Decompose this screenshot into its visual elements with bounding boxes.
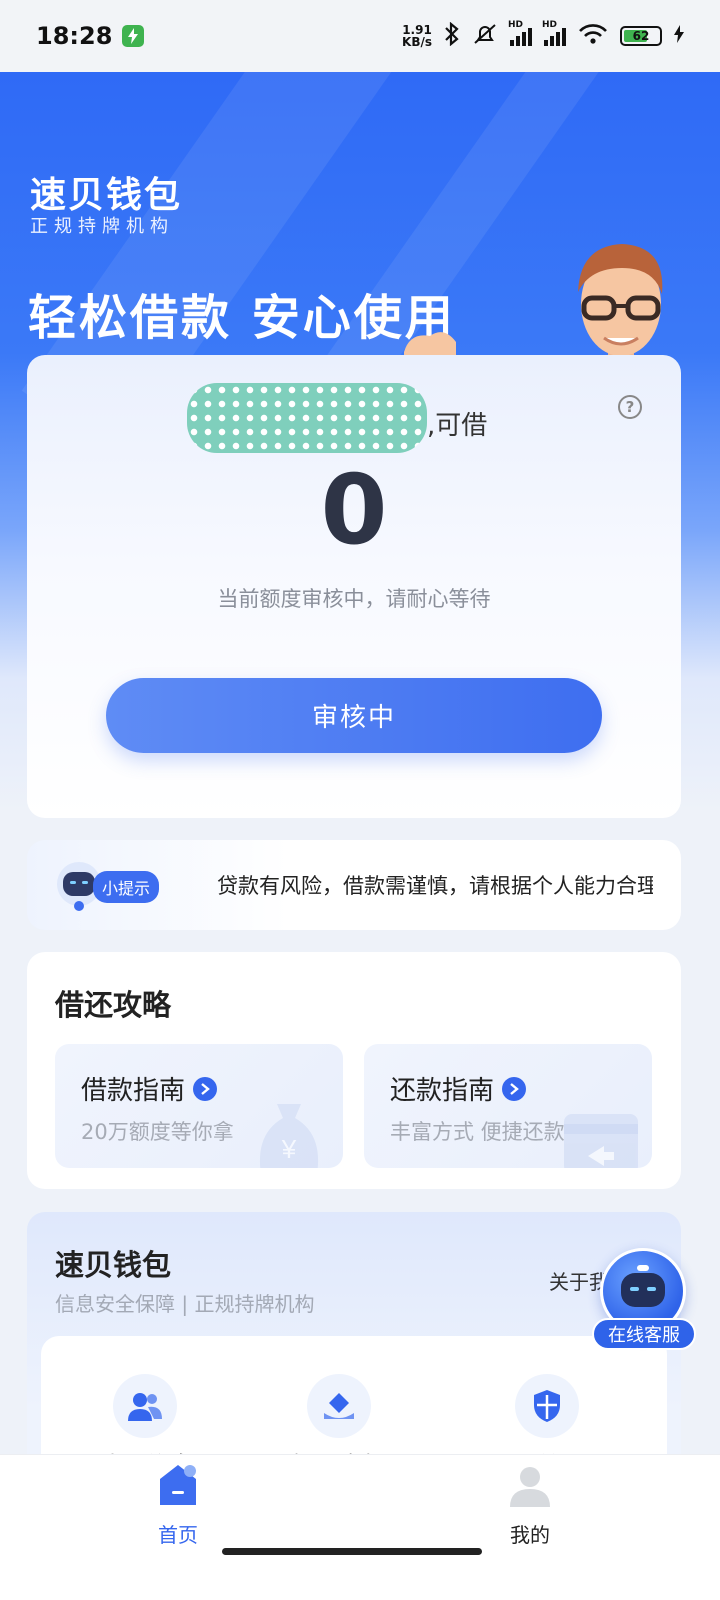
brand-subtitle: 正规持牌机构	[30, 216, 174, 237]
tips-badge: 小提示	[93, 871, 160, 903]
brand-section-subtitle: 信息安全保障 | 正规持牌机构	[55, 1292, 315, 1316]
user-icon	[510, 1467, 550, 1507]
chevron-right-icon	[193, 1076, 218, 1101]
battery-icon: 62	[620, 26, 662, 46]
online-service-button[interactable]: 在线客服	[590, 1242, 700, 1354]
credit-card: ,可借 ? 0 当前额度审核中，请耐心等待 审核中	[27, 355, 681, 818]
borrow-guide-tile[interactable]: 借款指南 20万额度等你拿 ¥	[55, 1044, 343, 1168]
review-note: 当前额度审核中，请耐心等待	[217, 587, 491, 611]
tips-text: 贷款有风险，借款需谨慎，请根据个人能力合理借款	[217, 874, 653, 898]
signal-icon-2: HD	[542, 20, 566, 46]
chevron-right-icon	[502, 1076, 527, 1101]
status-bar: 18:28 1.91 KB/s HD HD 62	[0, 0, 720, 72]
user-info-icon	[113, 1374, 177, 1438]
charging-bolt-icon	[674, 25, 684, 47]
nav-label: 首页	[158, 1523, 198, 1547]
status-time: 18:28	[36, 22, 113, 50]
tile-subtitle: 20万额度等你拿	[81, 1120, 234, 1144]
svg-text:¥: ¥	[281, 1134, 297, 1164]
charging-icon	[122, 25, 145, 47]
nav-mine[interactable]: 我的	[470, 1463, 590, 1548]
fast-approval-icon	[307, 1374, 371, 1438]
tile-title: 还款指南	[390, 1076, 495, 1106]
online-service-label: 在线客服	[592, 1318, 696, 1350]
review-status-button[interactable]: 审核中	[106, 678, 602, 753]
home-icon	[160, 1465, 196, 1505]
shield-icon	[515, 1374, 579, 1438]
masked-username	[187, 383, 427, 453]
help-icon[interactable]: ?	[618, 395, 642, 419]
guide-section: 借还攻略 借款指南 20万额度等你拿 ¥ 还款指南 丰富方式 便捷还款	[27, 952, 681, 1189]
repay-guide-tile[interactable]: 还款指南 丰富方式 便捷还款	[364, 1044, 652, 1168]
tile-subtitle: 丰富方式 便捷还款	[390, 1120, 565, 1144]
wifi-icon	[578, 23, 608, 49]
brand-name: 速贝钱包	[30, 175, 183, 216]
bottom-nav: 首页 我的	[0, 1454, 720, 1600]
signal-icon: HD	[508, 20, 532, 46]
nav-label: 我的	[510, 1523, 550, 1547]
credit-amount: 0	[320, 454, 388, 566]
slogan: 轻松借款 安心使用	[28, 290, 456, 346]
card-icon	[564, 1114, 638, 1168]
home-indicator	[222, 1548, 482, 1555]
tile-title: 借款指南	[81, 1076, 186, 1106]
nav-home[interactable]: 首页	[118, 1463, 238, 1548]
mute-icon	[472, 22, 498, 50]
guide-title: 借还攻略	[55, 988, 172, 1022]
net-speed: 1.91 KB/s	[402, 23, 432, 49]
brand-section-title: 速贝钱包	[55, 1248, 172, 1282]
can-borrow-label: ,可借	[427, 411, 488, 441]
money-bag-icon: ¥	[260, 1104, 318, 1168]
tips-bar[interactable]: 小提示 贷款有风险，借款需谨慎，请根据个人能力合理借款	[27, 840, 681, 930]
bluetooth-icon	[444, 21, 460, 50]
